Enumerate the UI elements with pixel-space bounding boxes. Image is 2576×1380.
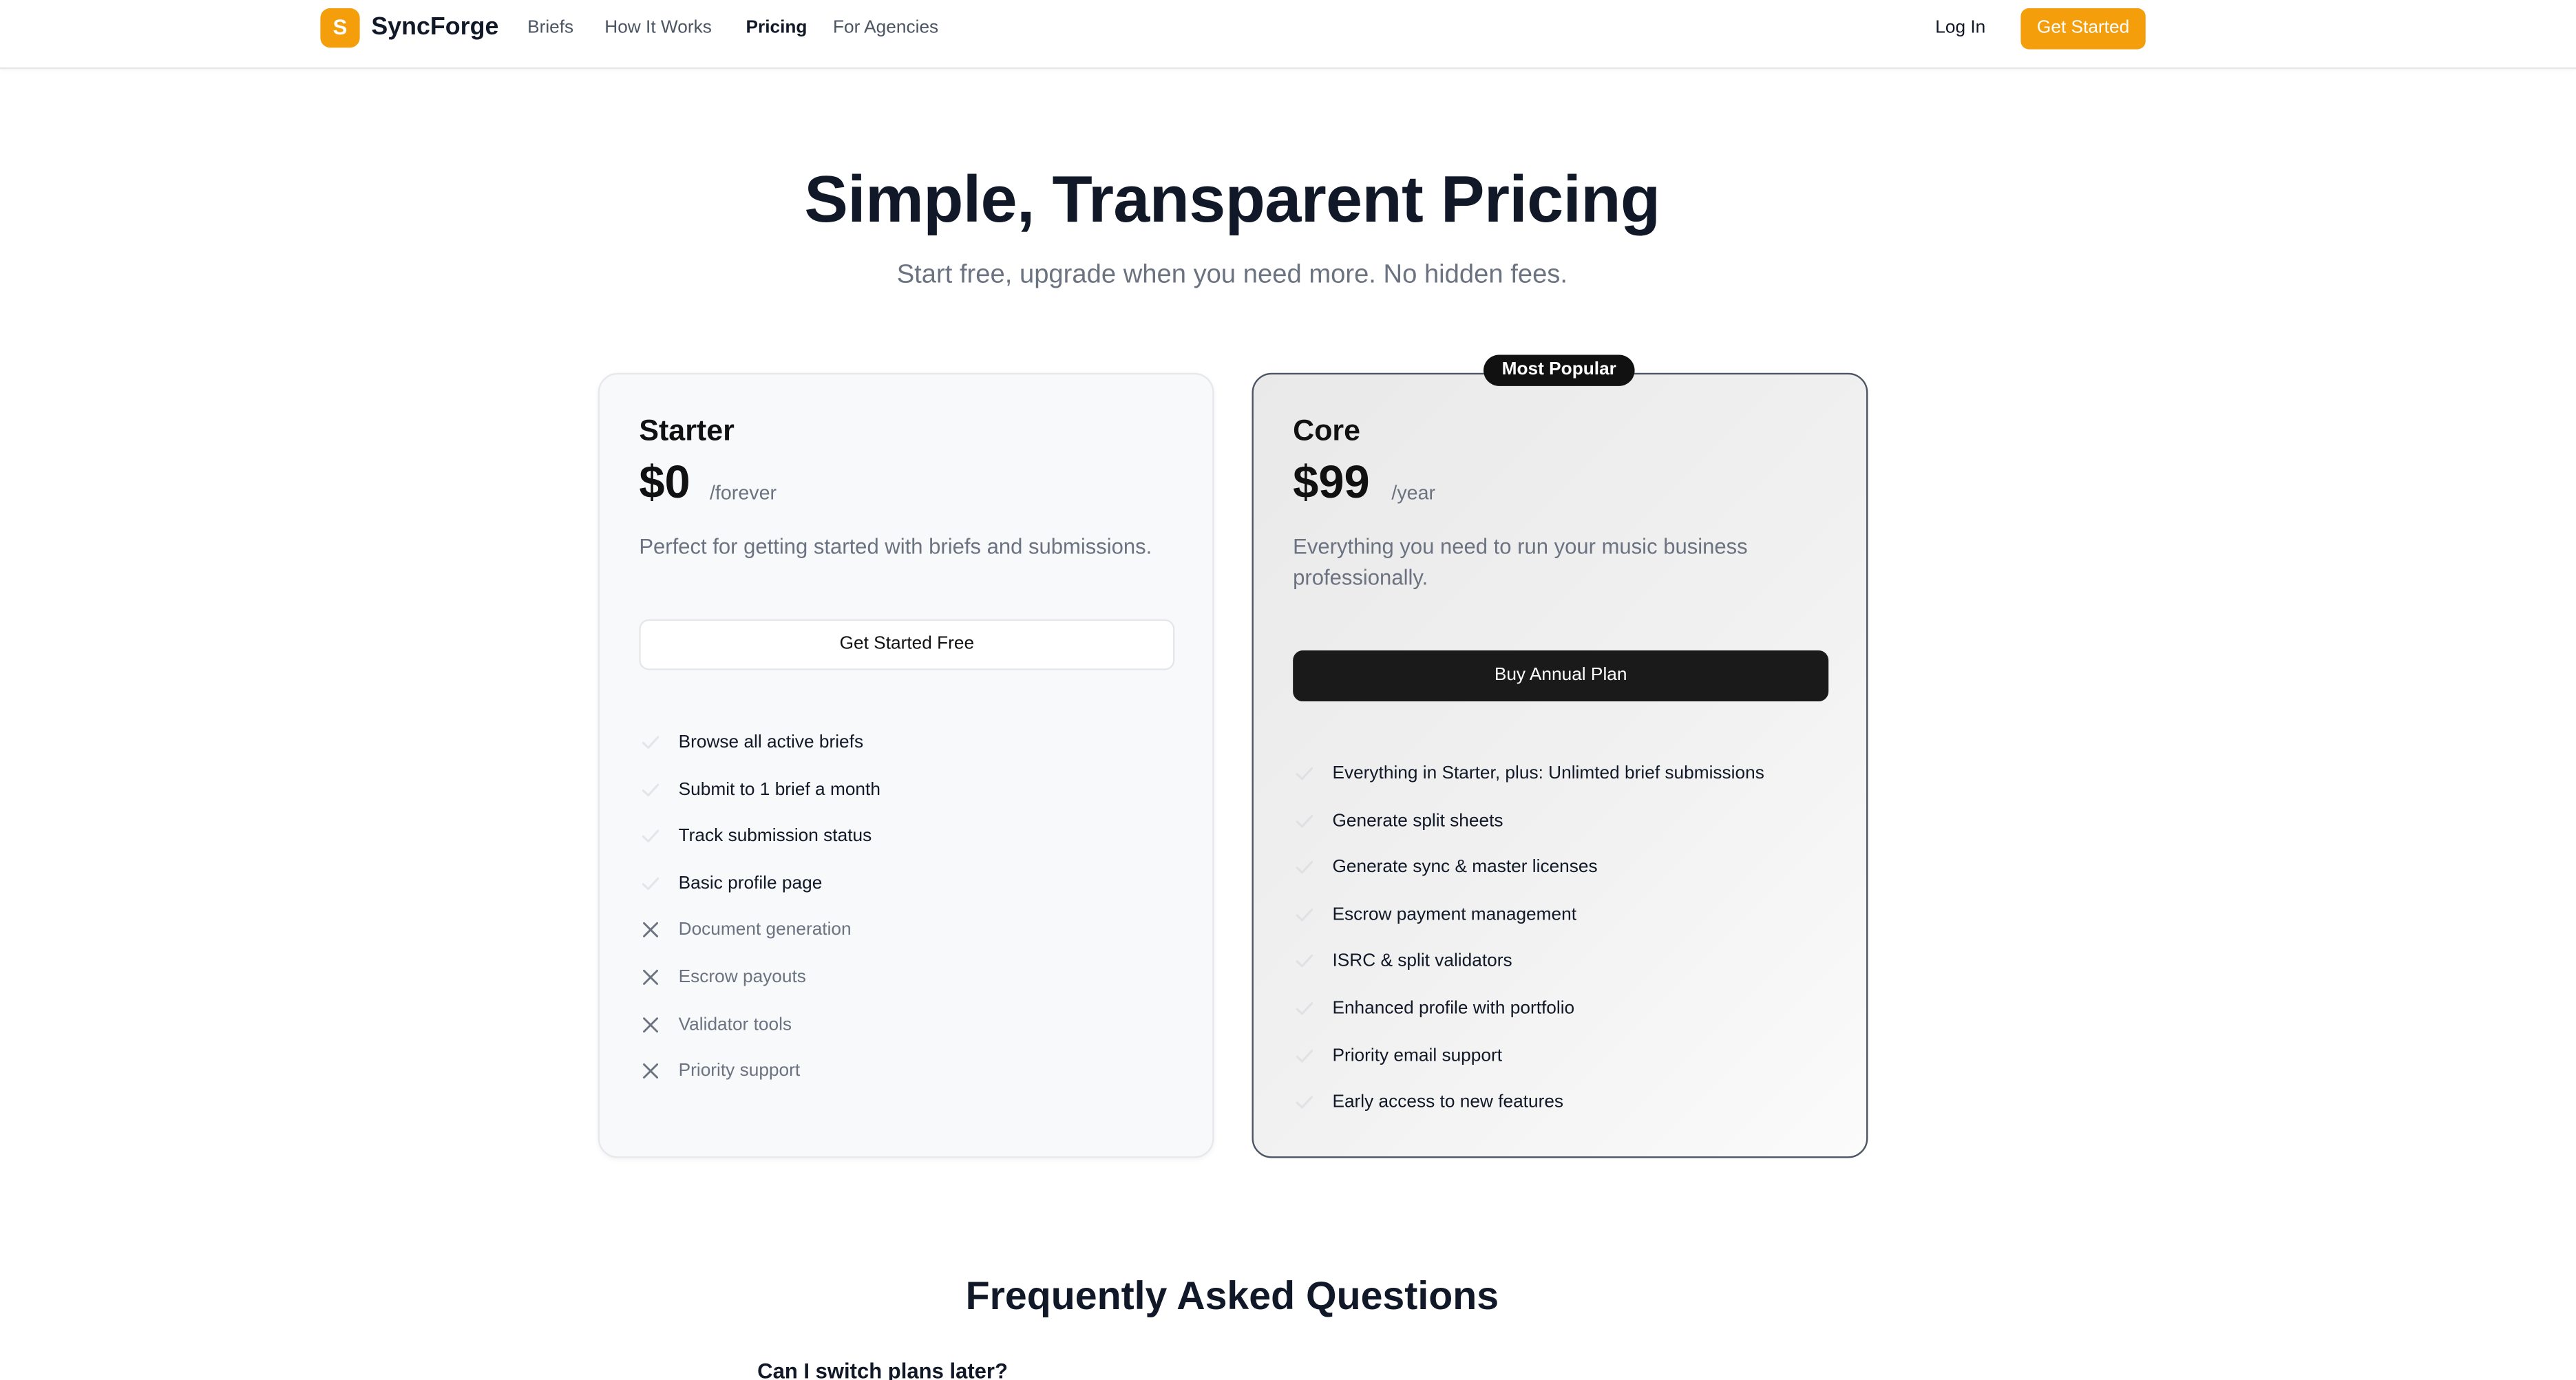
faq-question[interactable]: Can I switch plans later? <box>757 1359 1008 1380</box>
most-popular-badge: Most Popular <box>1484 354 1635 386</box>
brand-logo-icon[interactable]: S <box>320 8 360 48</box>
feature-item: Priority support <box>639 1058 1181 1084</box>
plan-period: /forever <box>709 481 777 505</box>
plan-card-starter: Starter $0 /forever Perfect for getting … <box>598 372 1214 1158</box>
feature-text: Submit to 1 brief a month <box>678 779 880 800</box>
feature-item: Browse all active briefs <box>639 730 1181 756</box>
check-icon <box>1293 950 1316 973</box>
nav-how-it-works[interactable]: How It Works <box>604 18 712 38</box>
plan-name: Core <box>1293 414 1361 447</box>
get-started-button[interactable]: Get Started <box>2020 8 2146 50</box>
feature-item: Early access to new features <box>1293 1090 1835 1116</box>
login-link[interactable]: Log In <box>1935 18 1985 38</box>
feature-item: Basic profile page <box>639 870 1181 896</box>
feature-text: Everything in Starter, plus: Unlimted br… <box>1332 763 1764 784</box>
feature-item: Generate sync & master licenses <box>1293 854 1835 880</box>
nav-pricing[interactable]: Pricing <box>746 18 807 38</box>
feature-text: Validator tools <box>678 1014 792 1034</box>
check-icon <box>639 778 662 800</box>
plan-card-core: Core $99 /year Everything you need to ru… <box>1252 372 1868 1158</box>
nav-briefs[interactable]: Briefs <box>527 18 573 38</box>
plan-description: Everything you need to run your music bu… <box>1293 533 1748 590</box>
plan-description: Perfect for getting started with briefs … <box>639 533 1152 559</box>
check-icon <box>639 825 662 847</box>
check-icon <box>1293 997 1316 1020</box>
feature-item: Document generation <box>639 917 1181 944</box>
feature-item: Track submission status <box>639 823 1181 849</box>
check-icon <box>1293 903 1316 926</box>
page-title: Simple, Transparent Pricing <box>804 164 1660 237</box>
top-navbar: S SyncForge Briefs How It Works Pricing … <box>0 0 2576 70</box>
x-icon <box>639 1013 662 1036</box>
feature-text: Browse all active briefs <box>678 732 864 753</box>
feature-item: Submit to 1 brief a month <box>639 776 1181 803</box>
plan-price: $99 <box>1293 456 1370 508</box>
x-icon <box>639 919 662 942</box>
feature-text: Priority email support <box>1332 1045 1503 1065</box>
check-icon <box>1293 809 1316 832</box>
nav-for-agencies[interactable]: For Agencies <box>833 18 938 38</box>
buy-annual-plan-button[interactable]: Buy Annual Plan <box>1293 650 1829 702</box>
check-icon <box>1293 1091 1316 1114</box>
check-icon <box>639 731 662 754</box>
feature-text: Basic profile page <box>678 873 823 893</box>
get-started-free-button[interactable]: Get Started Free <box>639 619 1175 670</box>
page-subtitle: Start free, upgrade when you need more. … <box>896 261 1568 290</box>
check-icon <box>639 872 662 895</box>
feature-text: Escrow payouts <box>678 967 806 988</box>
plan-name: Starter <box>639 414 735 447</box>
check-icon <box>1293 856 1316 879</box>
feature-item: Validator tools <box>639 1011 1181 1037</box>
feature-item: Generate split sheets <box>1293 807 1835 834</box>
feature-item: ISRC & split validators <box>1293 948 1835 975</box>
feature-text: Escrow payment management <box>1332 904 1577 925</box>
feature-text: Document generation <box>678 920 852 941</box>
feature-text: Generate sync & master licenses <box>1332 858 1598 878</box>
faq-title: Frequently Asked Questions <box>965 1274 1499 1319</box>
feature-text: ISRC & split validators <box>1332 951 1512 972</box>
feature-item: Priority email support <box>1293 1042 1835 1068</box>
feature-text: Enhanced profile with portfolio <box>1332 998 1575 1019</box>
feature-text: Track submission status <box>678 826 872 847</box>
plan-price: $0 <box>639 456 690 508</box>
feature-item: Enhanced profile with portfolio <box>1293 995 1835 1021</box>
check-icon <box>1293 762 1316 785</box>
feature-item: Everything in Starter, plus: Unlimted br… <box>1293 761 1835 787</box>
feature-item: Escrow payment management <box>1293 902 1835 928</box>
feature-text: Early access to new features <box>1332 1092 1564 1113</box>
plan-period: /year <box>1391 481 1436 505</box>
check-icon <box>1293 1044 1316 1067</box>
feature-text: Generate split sheets <box>1332 810 1503 831</box>
feature-text: Priority support <box>678 1061 801 1081</box>
x-icon <box>639 1060 662 1083</box>
brand-name[interactable]: SyncForge <box>371 13 498 41</box>
feature-item: Escrow payouts <box>639 964 1181 990</box>
x-icon <box>639 966 662 988</box>
